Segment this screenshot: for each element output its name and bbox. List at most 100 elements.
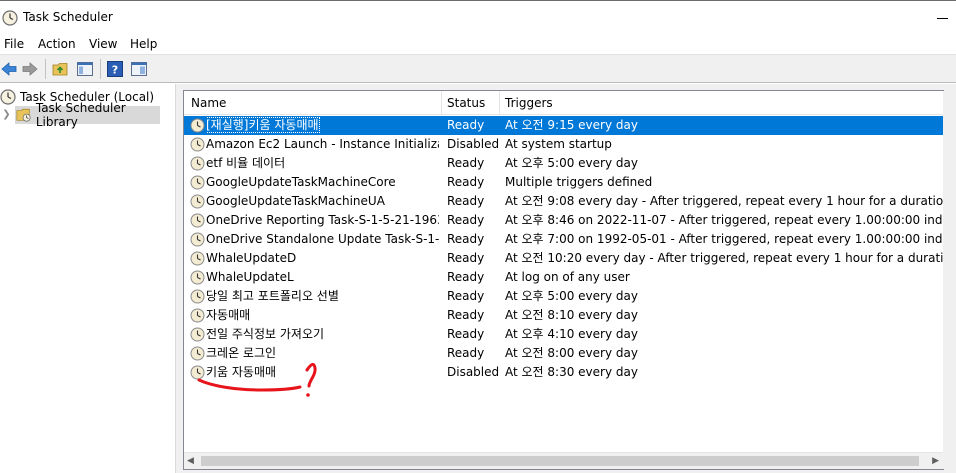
- toolbar-separator: [100, 59, 101, 79]
- task-triggers: Multiple triggers defined: [505, 175, 653, 189]
- chevron-right-icon[interactable]: ❯: [2, 109, 11, 120]
- task-status: Ready: [447, 156, 485, 170]
- menu-view[interactable]: View: [89, 37, 117, 51]
- toolbar: ?: [0, 54, 956, 83]
- task-triggers: At 오후 7:00 on 1992-05-01 - After trigger…: [505, 232, 943, 246]
- task-clock-icon: [190, 156, 205, 171]
- table-row[interactable]: [재실행]키움 자동매매 Ready At 오전 9:15 every day: [184, 116, 943, 135]
- task-clock-icon: [190, 251, 205, 266]
- table-row[interactable]: 키움 자동매매 Disabled At 오전 8:30 every day: [184, 363, 943, 382]
- column-header-name[interactable]: Name: [191, 91, 226, 115]
- task-name: Amazon Ec2 Launch - Instance Initializat…: [206, 137, 439, 151]
- task-clock-icon: [190, 137, 205, 152]
- task-status: Ready: [447, 270, 485, 284]
- task-clock-icon: [190, 232, 205, 247]
- tree-item-task-scheduler-library[interactable]: ❯ Task Scheduler Library: [2, 101, 160, 129]
- task-clock-icon: [190, 327, 205, 342]
- table-row[interactable]: GoogleUpdateTaskMachineUA Ready At 오전 9:08…: [184, 192, 943, 211]
- clock-icon: [0, 89, 16, 105]
- menu-help[interactable]: Help: [130, 37, 157, 51]
- show-hide-console-tree-icon[interactable]: [76, 60, 94, 78]
- toolbar-separator: [45, 59, 46, 79]
- task-triggers: At 오후 5:00 every day: [505, 289, 638, 303]
- minimize-button[interactable]: [928, 5, 956, 31]
- table-row[interactable]: Amazon Ec2 Launch - Instance Initializat…: [184, 135, 943, 154]
- task-name: 전일 주식정보 가져오기: [206, 327, 325, 341]
- task-scheduler-app-icon: [2, 10, 18, 26]
- table-row[interactable]: GoogleUpdateTaskMachineCore Ready Multiple…: [184, 173, 943, 192]
- folder-clock-icon: [16, 108, 31, 122]
- task-name: GoogleUpdateTaskMachineUA: [206, 194, 385, 208]
- task-name: [재실행]키움 자동매매: [206, 117, 320, 133]
- task-triggers: At 오전 9:15 every day: [505, 118, 638, 132]
- table-row[interactable]: OneDrive Reporting Task-S-1-5-21-196392.…: [184, 211, 943, 230]
- task-status: Ready: [447, 251, 485, 265]
- task-clock-icon: [190, 365, 205, 380]
- scroll-left-icon[interactable]: ◀: [187, 456, 194, 466]
- task-clock-icon: [190, 118, 205, 133]
- task-status: Ready: [447, 327, 485, 341]
- up-folder-icon[interactable]: [52, 60, 70, 78]
- column-divider[interactable]: [441, 91, 442, 115]
- column-divider[interactable]: [499, 91, 500, 115]
- scrollbar-thumb[interactable]: [201, 456, 919, 466]
- table-row[interactable]: WhaleUpdateD Ready At 오전 10:20 every day -…: [184, 249, 943, 268]
- tree-child-label: Task Scheduler Library: [35, 100, 126, 129]
- task-clock-icon: [190, 194, 205, 209]
- task-list-pane: Name Status Triggers [재실행]키움 자동매매 Ready At…: [181, 84, 956, 473]
- scroll-right-icon[interactable]: ▶: [932, 456, 939, 466]
- task-status: Ready: [447, 175, 485, 189]
- task-name: 자동매매: [206, 308, 251, 322]
- column-header-triggers[interactable]: Triggers: [505, 91, 553, 115]
- task-triggers: At 오전 9:08 every day - After triggered, …: [505, 194, 943, 208]
- task-status: Ready: [447, 118, 485, 132]
- task-name: OneDrive Reporting Task-S-1-5-21-196392.…: [206, 213, 439, 227]
- task-triggers: At 오전 8:30 every day: [505, 365, 638, 379]
- vertical-scrollbar[interactable]: [943, 91, 945, 469]
- task-triggers: At 오후 8:46 on 2022-11-07 - After trigger…: [505, 213, 943, 227]
- task-name: WhaleUpdateL: [206, 270, 294, 284]
- back-icon[interactable]: [0, 60, 18, 78]
- task-triggers: At system startup: [505, 137, 612, 151]
- menu-action[interactable]: Action: [38, 37, 76, 51]
- task-name: etf 비율 데이터: [206, 156, 286, 170]
- table-row[interactable]: 당일 최고 포트폴리오 선별 Ready At 오후 5:00 every day: [184, 287, 943, 306]
- task-status: Disabled: [447, 365, 500, 379]
- window-title: Task Scheduler: [23, 10, 113, 24]
- task-status: Disabled: [447, 137, 500, 151]
- task-clock-icon: [190, 175, 205, 190]
- task-status: Ready: [447, 194, 485, 208]
- table-row[interactable]: etf 비율 데이터 Ready At 오후 5:00 every day: [184, 154, 943, 173]
- task-clock-icon: [190, 308, 205, 323]
- task-clock-icon: [190, 289, 205, 304]
- table-row[interactable]: OneDrive Standalone Update Task-S-1-5-2.…: [184, 230, 943, 249]
- tree-selected-highlight: Task Scheduler Library: [14, 101, 160, 129]
- task-status: Ready: [447, 289, 485, 303]
- task-triggers: At 오후 5:00 every day: [505, 156, 638, 170]
- task-clock-icon: [190, 270, 205, 285]
- task-status: Ready: [447, 213, 485, 227]
- svg-text:?: ?: [112, 64, 118, 77]
- table-row[interactable]: 전일 주식정보 가져오기 Ready At 오후 4:10 every day: [184, 325, 943, 344]
- task-list: Name Status Triggers [재실행]키움 자동매매 Ready At…: [183, 90, 945, 470]
- horizontal-scrollbar[interactable]: ◀ ▶: [184, 452, 943, 469]
- task-triggers: At 오전 10:20 every day - After triggered,…: [505, 251, 943, 265]
- column-header-status[interactable]: Status: [447, 91, 485, 115]
- task-triggers: At 오전 8:10 every day: [505, 308, 638, 322]
- table-row[interactable]: WhaleUpdateL Ready At log on of any user: [184, 268, 943, 287]
- table-row[interactable]: 자동매매 Ready At 오전 8:10 every day: [184, 306, 943, 325]
- console-tree: Task Scheduler (Local) ❯ Task Scheduler …: [0, 84, 175, 473]
- task-rows: [재실행]키움 자동매매 Ready At 오전 9:15 every day Ama…: [184, 116, 943, 456]
- task-name: GoogleUpdateTaskMachineCore: [206, 175, 396, 189]
- task-triggers: At log on of any user: [505, 270, 630, 284]
- menu-bar: File Action View Help: [0, 34, 956, 54]
- help-icon[interactable]: ?: [106, 60, 124, 78]
- menu-file[interactable]: File: [4, 37, 24, 51]
- task-status: Ready: [447, 346, 485, 360]
- title-bar: Task Scheduler: [0, 0, 956, 34]
- show-hide-action-pane-icon[interactable]: [130, 60, 148, 78]
- task-name: 키움 자동매매: [206, 365, 277, 379]
- table-row[interactable]: 크레온 로그인 Ready At 오전 8:00 every day: [184, 344, 943, 363]
- forward-icon[interactable]: [21, 60, 39, 78]
- task-name: WhaleUpdateD: [206, 251, 297, 265]
